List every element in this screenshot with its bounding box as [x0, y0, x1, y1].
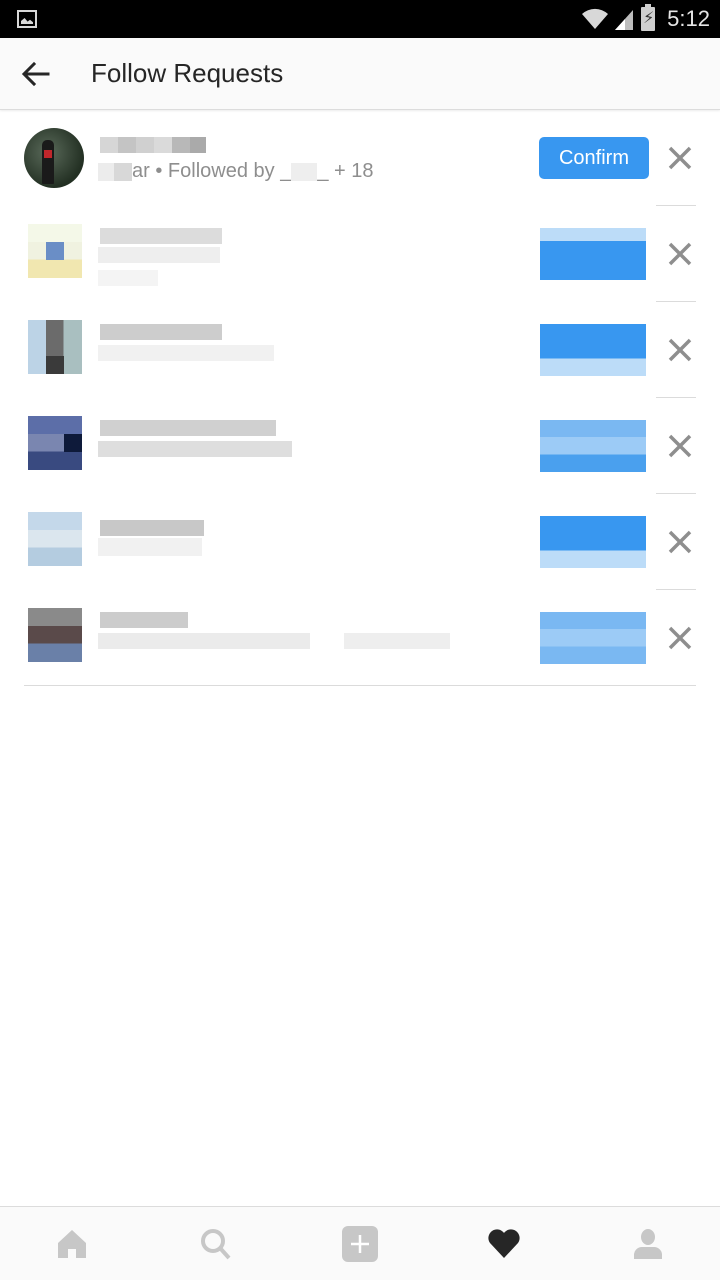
- avatar[interactable]: [28, 320, 82, 374]
- dismiss-button[interactable]: [662, 428, 698, 464]
- close-icon: [668, 242, 692, 266]
- close-icon: [668, 146, 692, 170]
- tab-profile[interactable]: [618, 1214, 678, 1274]
- battery-charging-icon: ⚡: [641, 4, 656, 31]
- follow-request-row[interactable]: [0, 590, 720, 686]
- tab-search[interactable]: [186, 1214, 246, 1274]
- username-obscured[interactable]: [100, 228, 222, 244]
- username-obscured[interactable]: [100, 520, 204, 536]
- app-header: Follow Requests: [0, 38, 720, 110]
- add-post-icon: [342, 1225, 378, 1262]
- request-subtitle: [98, 246, 220, 292]
- dismiss-button[interactable]: [662, 236, 698, 272]
- confirm-button[interactable]: Confirm: [539, 137, 649, 179]
- follow-request-row[interactable]: ar • Followed by _ _ + 18 Confirm: [0, 110, 720, 206]
- close-icon: [668, 626, 692, 650]
- follow-request-row[interactable]: [0, 494, 720, 590]
- follow-request-list: ar • Followed by _ _ + 18 Confirm: [0, 110, 720, 686]
- gallery-icon: [17, 10, 37, 28]
- bottom-tab-bar: [0, 1206, 720, 1280]
- tab-activity[interactable]: [474, 1214, 534, 1274]
- confirm-button[interactable]: [540, 516, 646, 568]
- username-obscured[interactable]: [100, 420, 276, 436]
- username-obscured[interactable]: [100, 324, 222, 340]
- tab-add-post[interactable]: [330, 1214, 390, 1274]
- heart-icon: [488, 1228, 520, 1258]
- confirm-button[interactable]: [540, 420, 646, 472]
- avatar[interactable]: [28, 416, 82, 470]
- home-icon: [58, 1229, 86, 1258]
- follow-request-row[interactable]: [0, 206, 720, 302]
- dismiss-button[interactable]: [662, 524, 698, 560]
- confirm-button[interactable]: [540, 324, 646, 376]
- username-obscured[interactable]: [100, 137, 206, 153]
- avatar[interactable]: [24, 128, 84, 188]
- request-subtitle: [98, 632, 450, 655]
- clock: 5:12: [667, 6, 710, 31]
- request-subtitle: [98, 344, 274, 367]
- close-icon: [668, 530, 692, 554]
- row-divider: [24, 685, 696, 686]
- dismiss-button[interactable]: [662, 332, 698, 368]
- request-subtitle: [98, 440, 292, 463]
- arrow-left-icon: [21, 61, 50, 87]
- dismiss-button[interactable]: [662, 140, 698, 176]
- back-button[interactable]: [18, 56, 54, 92]
- dismiss-button[interactable]: [662, 620, 698, 656]
- confirm-button[interactable]: [540, 612, 646, 664]
- search-icon: [201, 1228, 231, 1259]
- request-subtitle: ar • Followed by _ _ + 18: [98, 160, 373, 183]
- close-icon: [668, 338, 692, 362]
- avatar[interactable]: [28, 224, 82, 278]
- follow-request-row[interactable]: [0, 302, 720, 398]
- wifi-icon: [582, 8, 609, 29]
- request-subtitle: [98, 538, 202, 562]
- username-obscured[interactable]: [100, 612, 188, 628]
- tab-home[interactable]: [42, 1214, 102, 1274]
- status-bar: ⚡ 5:12: [0, 0, 720, 38]
- profile-icon: [634, 1228, 662, 1259]
- avatar[interactable]: [28, 512, 82, 566]
- signal-icon: [615, 10, 634, 30]
- follow-request-row[interactable]: [0, 398, 720, 494]
- page-title: Follow Requests: [91, 58, 284, 88]
- close-icon: [668, 434, 692, 458]
- avatar[interactable]: [28, 608, 82, 662]
- confirm-button[interactable]: [540, 228, 646, 280]
